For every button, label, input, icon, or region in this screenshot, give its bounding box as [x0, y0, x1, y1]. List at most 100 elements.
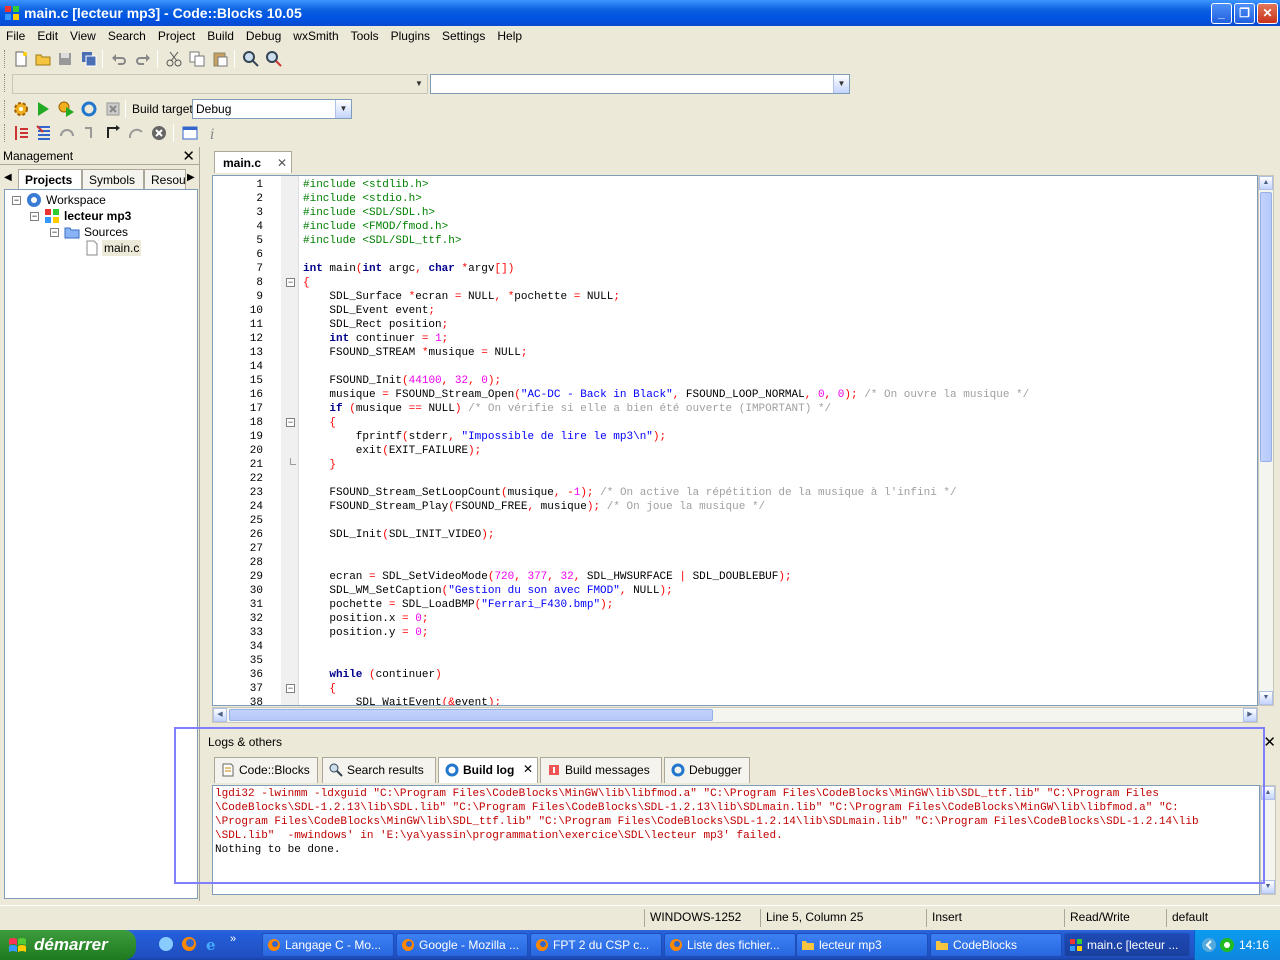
debug-run-to-cursor-icon[interactable] — [12, 124, 30, 142]
scroll-down-icon[interactable]: ▼ — [1259, 691, 1273, 705]
tray-expand-icon[interactable] — [1201, 937, 1217, 953]
menu-plugins[interactable]: Plugins — [385, 26, 436, 44]
next-instruction-icon[interactable] — [127, 124, 145, 142]
debug-start-icon[interactable] — [35, 124, 53, 142]
function-combo[interactable]: ▼ — [430, 74, 850, 94]
quicklaunch-ie-icon[interactable]: e — [204, 936, 220, 952]
redo-icon[interactable] — [134, 50, 152, 68]
task-main-c-codeblocks[interactable]: main.c [lecteur ... — [1064, 933, 1190, 957]
fold-toggle-icon[interactable]: − — [286, 684, 295, 693]
editor-horizontal-scrollbar[interactable]: ◀ ▶ — [212, 707, 1258, 723]
build-log-output[interactable]: lgdi32 -lwinmm -ldxguid "C:\Program File… — [212, 785, 1260, 895]
menu-help[interactable]: Help — [491, 26, 528, 44]
quicklaunch-firefox-icon[interactable] — [181, 936, 197, 952]
step-over-icon[interactable] — [58, 124, 76, 142]
scroll-right-icon[interactable]: ▶ — [1243, 708, 1257, 722]
tab-search-results[interactable]: Search results — [322, 757, 436, 783]
save-icon[interactable] — [56, 50, 74, 68]
tab-resources[interactable]: Resou — [144, 169, 186, 189]
tab-symbols[interactable]: Symbols — [82, 169, 144, 189]
tree-item-main-c[interactable]: main.c — [102, 240, 142, 256]
stop-debugger-icon[interactable] — [150, 124, 168, 142]
code-editor[interactable]: 1 2 3 4 5 6 7 8 9 10 11 12 13 14 15 16 17 18 19 20 21 22 23 24 2… — [212, 175, 1258, 706]
copy-icon[interactable] — [188, 50, 206, 68]
quicklaunch-explorer-icon[interactable] — [158, 936, 174, 952]
toolbar-grip[interactable] — [4, 124, 7, 142]
scroll-left-icon[interactable]: ◀ — [213, 708, 227, 722]
menu-build[interactable]: Build — [201, 26, 240, 44]
info-icon[interactable]: i — [204, 124, 222, 142]
save-all-icon[interactable] — [80, 50, 98, 68]
maximize-button[interactable]: ❐ — [1234, 3, 1255, 24]
scrollbar-thumb[interactable] — [229, 709, 713, 721]
undo-icon[interactable] — [110, 50, 128, 68]
menu-tools[interactable]: Tools — [345, 26, 385, 44]
new-file-icon[interactable] — [12, 50, 30, 68]
rebuild-icon[interactable] — [80, 100, 98, 118]
scope-combo[interactable]: ▼ — [12, 74, 428, 94]
task-fpt-csp[interactable]: FPT 2 du CSP c... — [530, 933, 662, 957]
build-target-select[interactable]: Debug ▼ — [192, 99, 352, 119]
abort-icon[interactable] — [104, 100, 122, 118]
toolbar-grip[interactable] — [4, 50, 7, 68]
build-gear-icon[interactable] — [12, 100, 30, 118]
menu-search[interactable]: Search — [102, 26, 152, 44]
scroll-up-icon[interactable]: ▲ — [1259, 176, 1273, 190]
task-codeblocks-folder[interactable]: CodeBlocks — [930, 933, 1062, 957]
cut-icon[interactable] — [165, 50, 183, 68]
menu-edit[interactable]: Edit — [31, 26, 64, 44]
replace-icon[interactable] — [265, 50, 283, 68]
task-liste-fichiers[interactable]: Liste des fichier... — [664, 933, 796, 957]
paste-icon[interactable] — [211, 50, 229, 68]
tree-item-project[interactable]: lecteur mp3 — [64, 208, 131, 224]
folder-open-icon — [64, 227, 80, 239]
toolbar-grip[interactable] — [4, 100, 7, 118]
task-google-mozilla[interactable]: Google - Mozilla ... — [396, 933, 528, 957]
scroll-up-icon[interactable]: ▲ — [1261, 786, 1275, 800]
close-logs-icon[interactable]: ✕ — [1263, 733, 1276, 751]
close-management-icon[interactable]: ✕ — [182, 147, 195, 165]
tab-projects[interactable]: Projects — [18, 169, 82, 190]
open-folder-icon[interactable] — [34, 50, 52, 68]
tray-app-icon[interactable] — [1219, 937, 1235, 953]
editor-vertical-scrollbar[interactable]: ▲ ▼ — [1258, 175, 1274, 706]
scroll-down-icon[interactable]: ▼ — [1261, 880, 1275, 894]
tab-build-log[interactable]: Build log ✕ — [438, 757, 538, 783]
menu-debug[interactable]: Debug — [240, 26, 287, 44]
collapse-icon[interactable]: − — [50, 228, 59, 237]
tab-scroll-left-icon[interactable]: ◀ — [4, 172, 12, 183]
close-window-button[interactable]: ✕ — [1257, 3, 1278, 24]
collapse-icon[interactable]: − — [30, 212, 39, 221]
menu-wxsmith[interactable]: wxSmith — [287, 26, 344, 44]
run-icon[interactable] — [34, 100, 52, 118]
debug-windows-icon[interactable] — [181, 124, 199, 142]
menu-project[interactable]: Project — [152, 26, 201, 44]
menu-view[interactable]: View — [64, 26, 102, 44]
fold-toggle-icon[interactable]: − — [286, 278, 295, 287]
tab-debugger[interactable]: Debugger — [664, 757, 750, 783]
fold-toggle-icon[interactable]: − — [286, 418, 295, 427]
step-out-icon[interactable] — [104, 124, 122, 142]
quicklaunch-more-icon[interactable]: » — [230, 933, 236, 945]
tab-scroll-right-icon[interactable]: ▶ — [187, 172, 195, 183]
build-and-run-icon[interactable] — [57, 100, 75, 118]
minimize-button[interactable]: _ — [1211, 3, 1232, 24]
start-button[interactable]: démarrer — [0, 930, 136, 960]
close-tab-icon[interactable]: ✕ — [277, 156, 287, 170]
close-build-log-icon[interactable]: ✕ — [523, 762, 533, 776]
menu-settings[interactable]: Settings — [436, 26, 491, 44]
collapse-icon[interactable]: − — [12, 196, 21, 205]
toolbar-grip[interactable] — [4, 74, 7, 92]
tree-item-sources[interactable]: Sources — [84, 224, 128, 240]
tree-item-workspace[interactable]: Workspace — [46, 192, 106, 208]
step-into-icon[interactable] — [81, 124, 99, 142]
task-lecteur-mp3-folder[interactable]: lecteur mp3 — [796, 933, 928, 957]
menu-file[interactable]: File — [0, 26, 31, 44]
find-icon[interactable] — [242, 50, 260, 68]
tab-codeblocks-log[interactable]: Code::Blocks — [214, 757, 318, 783]
scrollbar-thumb[interactable] — [1260, 192, 1272, 462]
log-vertical-scrollbar[interactable]: ▲ ▼ — [1260, 785, 1276, 895]
tab-build-messages[interactable]: Build messages — [540, 757, 662, 783]
task-langage-c[interactable]: Langage C - Mo... — [262, 933, 394, 957]
editor-tab-main-c[interactable]: main.c ✕ — [214, 151, 292, 173]
